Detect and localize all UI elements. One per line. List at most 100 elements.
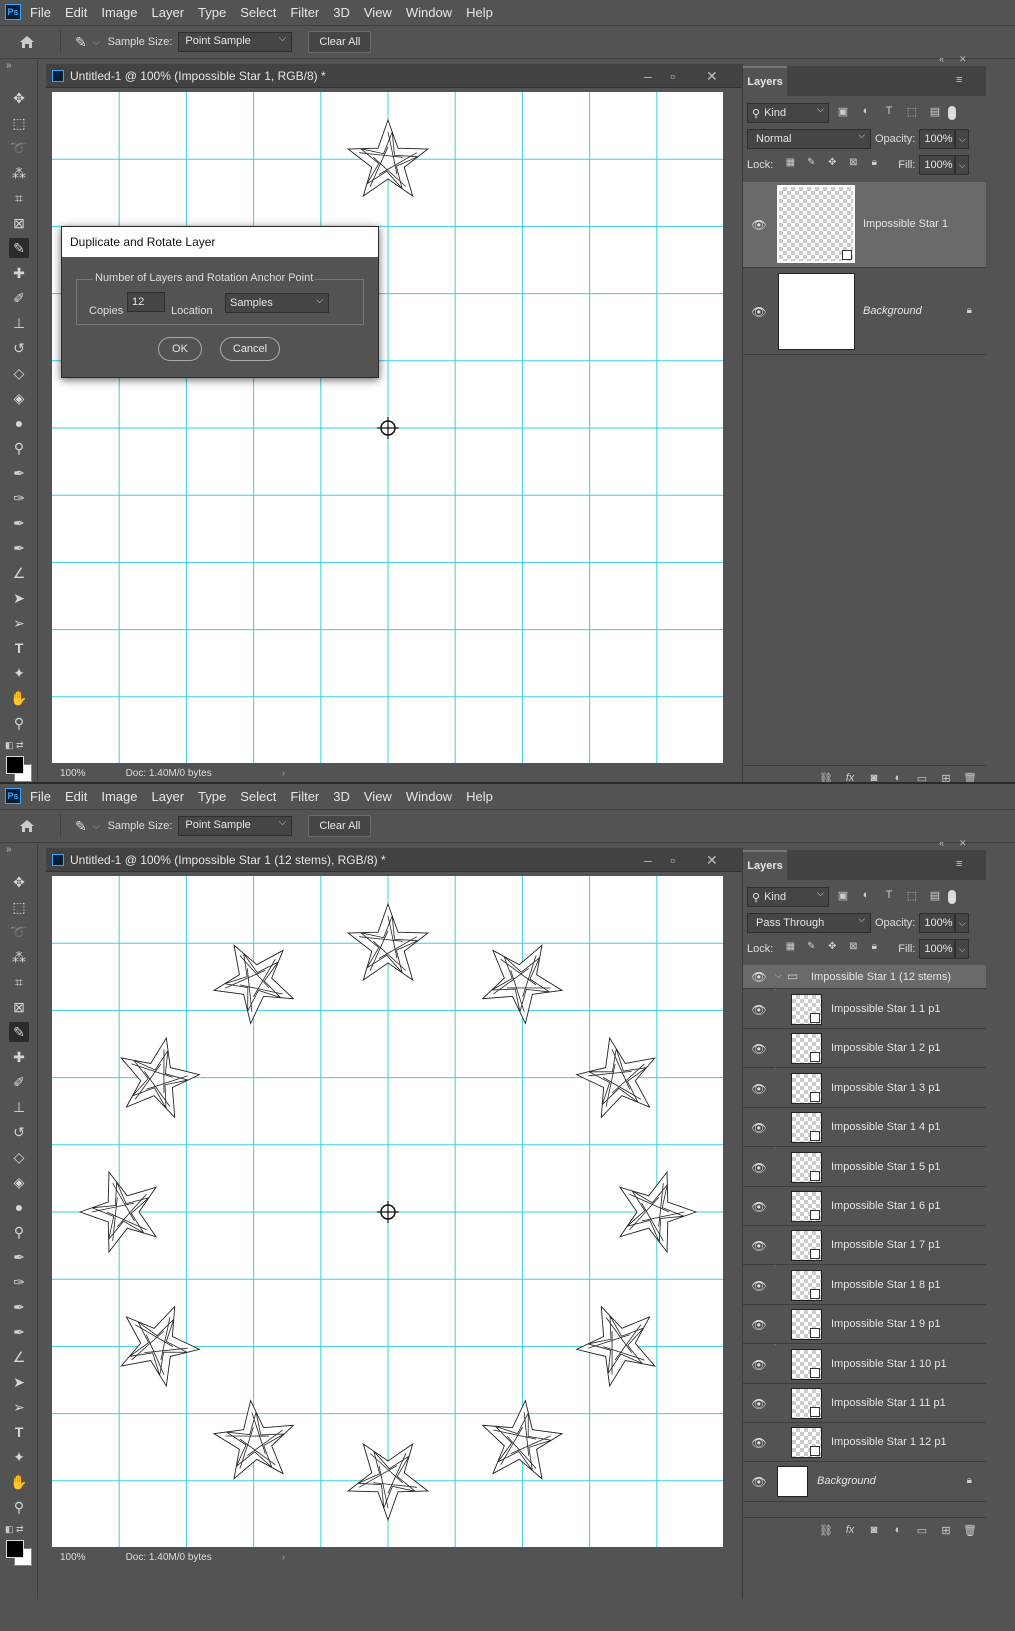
close-panel-icon[interactable]: ✕	[959, 54, 967, 65]
zoom-tool-icon[interactable]: ⚲	[9, 1497, 29, 1517]
chevron-right-icon[interactable]: ›	[282, 768, 285, 779]
eye-icon[interactable]: 👁︎	[751, 1396, 767, 1412]
layer-row[interactable]: 👁︎ Background 🔒︎	[743, 269, 986, 355]
layer-row[interactable]: 👁︎ Impossible Star 1 9 p1	[743, 1305, 986, 1345]
blend-mode-select[interactable]: Normal	[747, 129, 871, 149]
menu-window[interactable]: Window	[406, 5, 452, 20]
lock-all-icon[interactable]: 🔒︎	[866, 157, 882, 173]
menu-help[interactable]: Help	[466, 789, 493, 804]
eye-icon[interactable]: 👁︎	[751, 1317, 767, 1333]
menu-view[interactable]: View	[364, 5, 392, 20]
blend-mode-select[interactable]: Pass Through	[747, 913, 871, 933]
layer-row[interactable]: 👁︎ Impossible Star 1 2 p1	[743, 1029, 986, 1069]
history-brush-tool-icon[interactable]: ↺	[9, 1122, 29, 1142]
expand-icon[interactable]: »	[6, 844, 12, 855]
menu-window[interactable]: Window	[406, 789, 452, 804]
move-tool-icon[interactable]: ✥	[9, 88, 29, 108]
tab-layers[interactable]: Layers	[743, 850, 787, 880]
ok-button[interactable]: OK	[158, 337, 202, 361]
healing-brush-tool-icon[interactable]: ✚	[9, 263, 29, 283]
maximize-icon[interactable]: ▫	[670, 852, 675, 868]
crop-tool-icon[interactable]: ⌗	[9, 972, 29, 992]
lock-position-icon[interactable]: ✥	[824, 941, 840, 957]
dodge-tool-icon[interactable]: ⚲	[9, 1222, 29, 1242]
layer-name[interactable]: Impossible Star 1 8 p1	[831, 1279, 940, 1291]
eyedropper-tool-icon[interactable]: ✎	[75, 34, 87, 51]
layer-name[interactable]: Impossible Star 1 9 p1	[831, 1318, 940, 1330]
adjustment-filter-icon[interactable]: ◐	[857, 105, 875, 121]
opacity-dropdown-icon[interactable]: ⌵	[955, 913, 970, 933]
location-select[interactable]: Samples	[225, 293, 329, 313]
custom-shape-tool-icon[interactable]: ✦	[9, 1447, 29, 1467]
home-icon[interactable]	[18, 817, 36, 835]
healing-brush-tool-icon[interactable]: ✚	[9, 1047, 29, 1067]
history-brush-tool-icon[interactable]: ↺	[9, 338, 29, 358]
layer-name[interactable]: Impossible Star 1 12 p1	[831, 1436, 947, 1448]
menu-edit[interactable]: Edit	[65, 789, 87, 804]
layer-name[interactable]: Impossible Star 1 4 p1	[831, 1121, 940, 1133]
menu-layer[interactable]: Layer	[152, 5, 185, 20]
filter-toggle[interactable]	[948, 106, 956, 120]
menu-help[interactable]: Help	[466, 5, 493, 20]
pen-tool-icon[interactable]: ✒	[9, 463, 29, 483]
eye-icon[interactable]: 👁︎	[751, 1199, 767, 1215]
eraser-tool-icon[interactable]: ◇	[9, 1147, 29, 1167]
anchor-point-tool-icon[interactable]: ✒	[9, 1322, 29, 1342]
lock-pixels-icon[interactable]: ✎	[803, 157, 819, 173]
layer-name[interactable]: Impossible Star 1 1 p1	[831, 1003, 940, 1015]
close-icon[interactable]: ✕	[706, 852, 718, 869]
blur-tool-icon[interactable]: ●	[9, 1197, 29, 1217]
eye-icon[interactable]: 👁︎	[751, 1357, 767, 1373]
clear-all-button[interactable]: Clear All	[308, 31, 372, 53]
fill-dropdown-icon[interactable]: ⌵	[955, 155, 970, 175]
fx-icon[interactable]: fx	[842, 1524, 858, 1540]
eye-icon[interactable]: 👁︎	[751, 1120, 767, 1136]
default-colors-icon[interactable]: ◧ ⇄	[5, 1524, 24, 1535]
convert-point-tool-icon[interactable]: ∠	[9, 1347, 29, 1367]
menu-file[interactable]: File	[30, 5, 51, 20]
new-group-icon[interactable]: ▭	[914, 1524, 930, 1540]
layer-row[interactable]: 👁︎ Impossible Star 1 3 p1	[743, 1068, 986, 1108]
layer-name[interactable]: Background	[817, 1475, 876, 1487]
layer-row[interactable]: 👁︎ Impossible Star 1 10 p1	[743, 1344, 986, 1384]
paint-bucket-tool-icon[interactable]: ◈	[9, 388, 29, 408]
shape-filter-icon[interactable]: ⬚	[903, 105, 921, 121]
eyedropper-tool-icon[interactable]: ✎	[75, 818, 87, 835]
chevron-down-icon[interactable]: ⌵	[93, 821, 100, 832]
magic-wand-tool-icon[interactable]: ⁂	[9, 947, 29, 967]
frame-tool-icon[interactable]: ⊠	[9, 997, 29, 1017]
menu-file[interactable]: File	[30, 789, 51, 804]
sample-size-select[interactable]: Point Sample	[178, 32, 293, 52]
copies-input[interactable]: 12	[127, 292, 165, 312]
smart-object-filter-icon[interactable]: ▤	[926, 105, 944, 121]
eye-icon[interactable]: 👁︎	[751, 1435, 767, 1451]
collapse-panel-icon[interactable]: «	[939, 838, 944, 848]
shape-filter-icon[interactable]: ⬚	[903, 889, 921, 905]
close-icon[interactable]: ✕	[706, 68, 718, 85]
layer-row[interactable]: 👁︎ Impossible Star 1 12 p1	[743, 1423, 986, 1463]
clone-stamp-tool-icon[interactable]: ⊥	[9, 1097, 29, 1117]
clone-stamp-tool-icon[interactable]: ⊥	[9, 313, 29, 333]
layer-name[interactable]: Impossible Star 1 2 p1	[831, 1042, 940, 1054]
layer-group-row[interactable]: 👁︎ ⌵ ▭ Impossible Star 1 (12 stems)	[743, 965, 986, 989]
opacity-dropdown-icon[interactable]: ⌵	[955, 129, 970, 149]
eyedropper-tool-icon[interactable]: ✎	[9, 1022, 29, 1042]
menu-filter[interactable]: Filter	[290, 5, 319, 20]
menu-type[interactable]: Type	[198, 789, 226, 804]
trash-icon[interactable]: 🗑︎	[962, 1524, 978, 1540]
chevron-right-icon[interactable]: ›	[282, 1552, 285, 1563]
convert-point-tool-icon[interactable]: ∠	[9, 563, 29, 583]
eye-icon[interactable]: 👁︎	[751, 217, 767, 233]
default-colors-icon[interactable]: ◧ ⇄	[5, 740, 24, 751]
blur-tool-icon[interactable]: ●	[9, 413, 29, 433]
eye-icon[interactable]: 👁︎	[751, 1081, 767, 1097]
path-selection-tool-icon[interactable]: ➤	[9, 1372, 29, 1392]
panel-menu-icon[interactable]: ≡	[956, 74, 962, 86]
lock-transparent-icon[interactable]: ▦	[782, 941, 798, 957]
layer-name[interactable]: Impossible Star 1 7 p1	[831, 1239, 940, 1251]
sample-size-select[interactable]: Point Sample	[178, 816, 293, 836]
layer-name[interactable]: Impossible Star 1 6 p1	[831, 1200, 940, 1212]
smart-object-filter-icon[interactable]: ▤	[926, 889, 944, 905]
new-layer-icon[interactable]: ⊞	[938, 1524, 954, 1540]
lock-artboard-icon[interactable]: ⊠	[845, 157, 861, 173]
